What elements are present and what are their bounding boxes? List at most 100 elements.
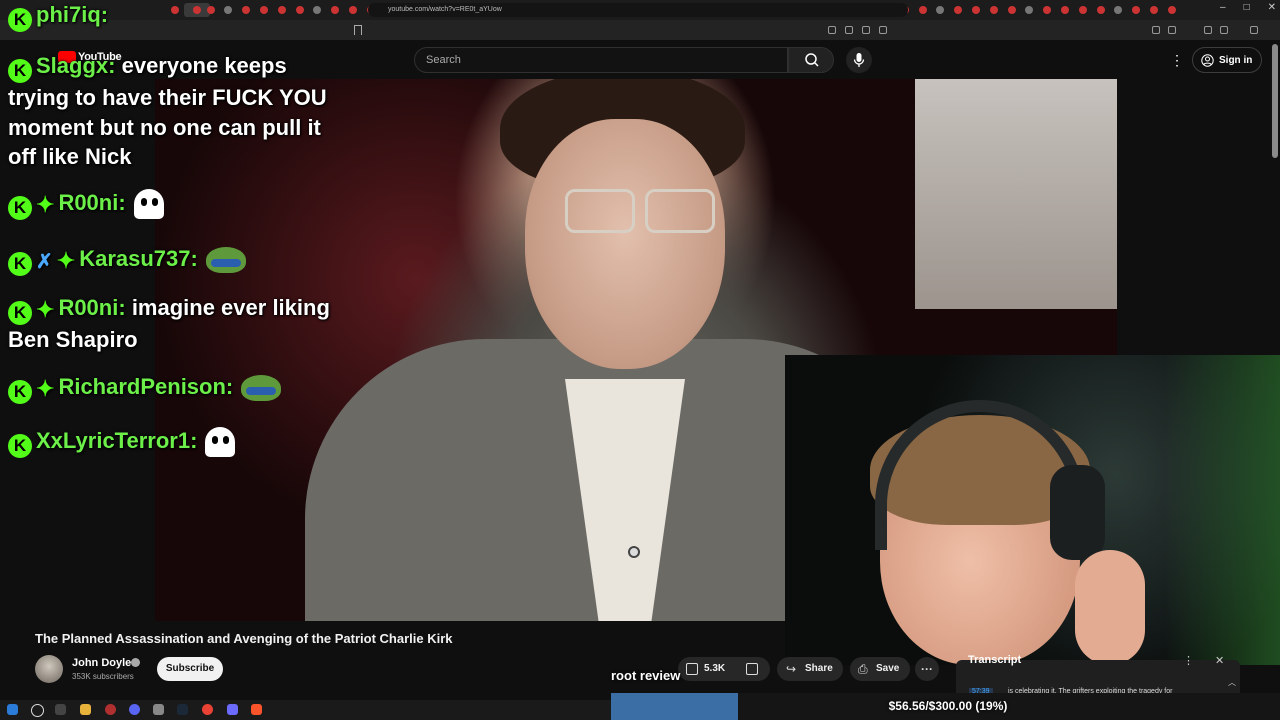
star-icon[interactable] [879,26,887,34]
search-taskbar-icon[interactable] [31,704,44,717]
kick-badge-icon: K [8,8,32,32]
browser-tab[interactable] [931,3,949,17]
chat-username: R00ni: [58,190,126,215]
app-icon[interactable] [105,704,116,715]
page-scrollbar[interactable] [1272,44,1278,158]
close-window-button[interactable]: ✕ [1268,2,1276,13]
channel-name[interactable]: John Doyle [72,657,131,669]
discord-icon[interactable] [129,704,140,715]
thumbs-up-icon[interactable] [686,663,698,675]
browser-tab[interactable] [1127,3,1145,17]
voice-search-button[interactable] [846,47,872,73]
browser-tab[interactable] [1056,3,1074,17]
chat-message: Kphi7iq: [8,0,108,32]
favicon-icon [936,6,944,14]
search-icon [805,53,819,67]
favicon-icon [1025,6,1033,14]
share-label: Share [805,663,833,674]
chat-message-continued: Ben Shapiro [8,325,138,355]
chat-message: K XxLyricTerror1: [8,426,236,458]
puzzle-icon[interactable] [1168,26,1176,34]
favicon-icon [1008,6,1016,14]
bookmark-save-icon: ⎙ [858,662,868,676]
browser-tab[interactable] [1092,3,1110,17]
sword-badge-icon: ✗ [36,251,53,273]
subscribe-button[interactable]: Subscribe [157,657,223,681]
pepe-emote-icon [241,375,282,402]
transcript-title: Transcript [968,654,1022,666]
brave-icon[interactable] [251,704,262,715]
chat-text: trying to have their FUCK YOU [8,85,327,110]
extension-icon[interactable] [1152,26,1160,34]
task-view-icon[interactable] [55,704,66,715]
chat-message: K ✦ R00ni: [8,188,164,220]
sign-in-button[interactable]: Sign in [1192,47,1262,73]
more-actions-button[interactable]: ··· [915,657,939,681]
cast-icon[interactable] [828,26,836,34]
app-icon[interactable] [227,704,238,715]
ghost-emote-icon [133,189,164,220]
zoom-icon[interactable] [845,26,853,34]
chat-message-continued: off like Nick [8,142,131,172]
share-page-icon[interactable] [862,26,870,34]
app-icon[interactable] [153,704,164,715]
search-button[interactable] [788,47,834,73]
favicon-icon [1168,6,1176,14]
os-taskbar [0,700,611,720]
browser-tab[interactable] [1038,3,1056,17]
chat-username: XxLyricTerror1: [36,428,198,453]
browser-tab[interactable] [1074,3,1092,17]
browser-tab[interactable] [1145,3,1163,17]
maximize-button[interactable]: □ [1244,2,1250,13]
kick-badge-icon: K [8,59,32,83]
chrome-icon[interactable] [202,704,213,715]
chat-message: K ✦ R00ni: imagine ever liking [8,293,330,325]
browser-tab[interactable] [914,3,932,17]
browser-tab[interactable] [949,3,967,17]
chat-username: Karasu737: [79,246,198,271]
kick-badge-icon: K [8,252,32,276]
favicon-icon [1097,6,1105,14]
minimize-button[interactable]: – [1220,2,1226,13]
chat-message: K Slaggx: everyone keeps [8,51,287,83]
settings-kebab-icon[interactable]: ⋮ [1170,52,1184,69]
menu-icon[interactable] [1250,26,1258,34]
transcript-close-icon[interactable]: ✕ [1215,654,1224,667]
stream-chat-overlay: Kphi7iq: K Slaggx: everyone keeps trying … [0,0,360,470]
transcript-menu-icon[interactable]: ⋮ [1183,654,1194,667]
browser-tab[interactable] [1020,3,1038,17]
like-count[interactable]: 5.3K [704,663,725,674]
search-input[interactable]: Search [414,47,788,73]
start-menu-icon[interactable] [7,704,18,715]
browser-tab[interactable] [1109,3,1127,17]
browser-tab[interactable] [985,3,1003,17]
wallet-icon[interactable] [1220,26,1228,34]
channel-avatar[interactable] [35,655,63,683]
chat-message-continued: moment but no one can pull it [8,113,321,143]
thumbs-down-icon[interactable] [746,663,758,675]
sparkle-badge-icon: ✦ [36,376,55,401]
account-icon [1201,53,1214,67]
video-speaker-button [628,546,640,558]
chat-text: everyone keeps [121,53,287,78]
microphone-icon [853,53,865,67]
sign-in-label: Sign in [1219,54,1253,66]
video-speaker-glasses-left [565,189,635,233]
subscriber-count: 353K subscribers [72,672,134,681]
chat-username: R00ni: [58,295,126,320]
steam-icon[interactable] [177,704,188,715]
chat-message: K ✗ ✦ Karasu737: [8,244,246,277]
browser-tab[interactable] [1003,3,1021,17]
chat-username: Slaggx: [36,53,116,78]
favicon-icon [1079,6,1087,14]
donation-goal-text: $56.56/$300.00 (19%) [888,699,1008,713]
address-bar[interactable]: youtube.com/watch?v=RE0t_aYUow [368,3,908,17]
chat-message-continued: trying to have their FUCK YOU [8,83,327,113]
favicon-icon [919,6,927,14]
browser-tab[interactable] [967,3,985,17]
file-explorer-icon[interactable] [80,704,91,715]
save-label: Save [876,663,900,674]
sidebar-icon[interactable] [1204,26,1212,34]
browser-tab[interactable] [1163,3,1181,17]
chevron-up-icon[interactable]: ︿ [1228,677,1236,688]
